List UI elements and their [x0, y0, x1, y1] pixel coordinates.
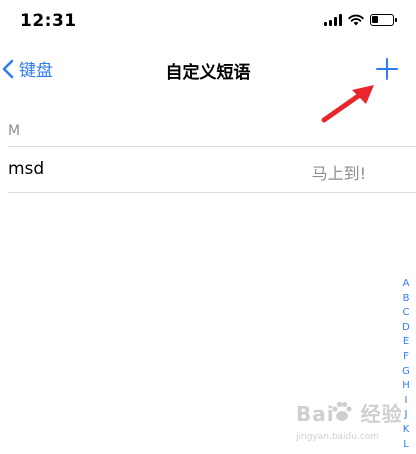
index-letter-d[interactable]: D	[402, 321, 410, 336]
index-letter-c[interactable]: C	[403, 306, 410, 321]
list-item[interactable]: msd 马上到!	[0, 147, 416, 192]
shortcut-text: msd	[8, 159, 45, 179]
cellular-signal-icon	[324, 14, 342, 26]
index-letter-e[interactable]: E	[403, 335, 409, 350]
index-letter-a[interactable]: A	[403, 277, 410, 292]
status-time: 12:31	[20, 11, 77, 31]
watermark-url: jingyan.baidu.com	[296, 432, 380, 442]
index-letter-g[interactable]: G	[402, 365, 410, 380]
index-letter-f[interactable]: F	[403, 350, 409, 365]
status-icons	[324, 14, 397, 26]
page-title: 自定义短语	[165, 63, 251, 83]
wifi-icon	[348, 14, 364, 26]
divider	[8, 192, 416, 193]
index-letter-h[interactable]: H	[402, 379, 410, 394]
phrase-text: 马上到!	[311, 164, 366, 183]
battery-icon	[370, 14, 397, 26]
plus-icon[interactable]	[376, 58, 398, 80]
section-header: M	[8, 123, 21, 139]
battery-level	[372, 16, 378, 23]
index-letter-b[interactable]: B	[403, 292, 410, 307]
annotation-arrow	[321, 85, 374, 123]
watermark: Bai 经验 jingyan.baidu.com	[296, 398, 416, 454]
status-bar: 12:31	[0, 0, 416, 44]
paw-logo-icon	[332, 401, 352, 421]
